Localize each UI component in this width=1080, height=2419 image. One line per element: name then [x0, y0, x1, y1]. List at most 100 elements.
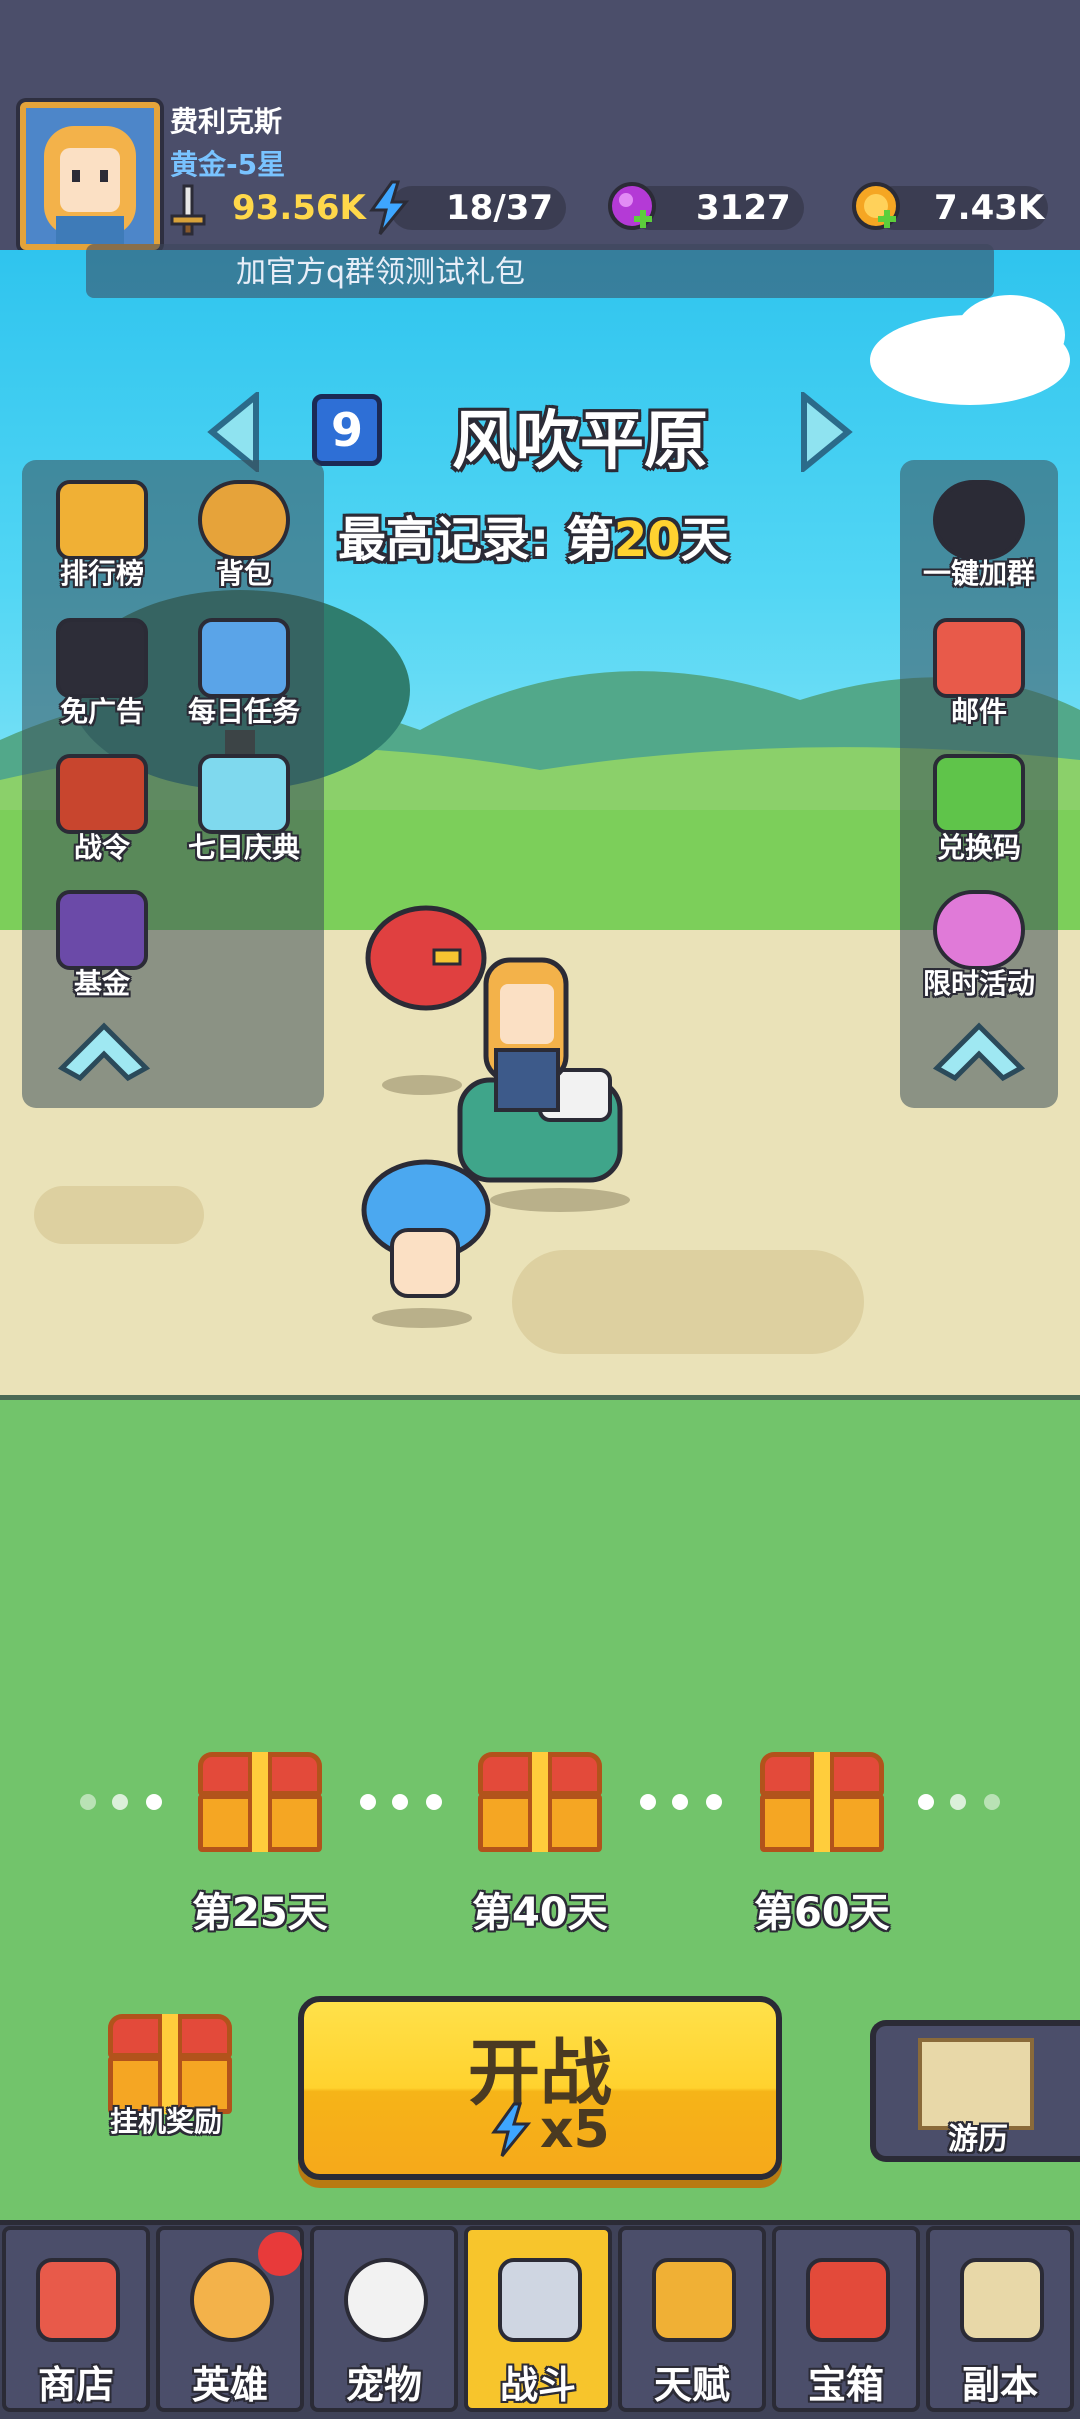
stage-name: 风吹平原 [452, 405, 708, 479]
tab-label: 宠物 [345, 2363, 422, 2407]
fire-bunny-icon [344, 2258, 428, 2342]
collapse-right-menu-button[interactable] [932, 1020, 1026, 1084]
tab-shop[interactable]: 商店 [2, 2226, 150, 2412]
travel-button[interactable]: 游历 [870, 2020, 1080, 2162]
menu-label: 免广告 [59, 695, 144, 728]
tab-label: 副本 [961, 2363, 1038, 2407]
remove-ads-button[interactable]: 免广告 [32, 618, 172, 738]
start-battle-button[interactable]: 开战 x5 [298, 1996, 782, 2180]
progress-dot [706, 1794, 722, 1810]
battle-pass-button[interactable]: 战令 [32, 754, 172, 874]
hero-character [483, 957, 569, 1112]
menu-label: 战令 [73, 831, 130, 864]
milestone-chest-25[interactable] [198, 1752, 322, 1852]
clipboard-star-icon [198, 618, 290, 698]
collapse-left-menu-button[interactable] [57, 1020, 151, 1084]
progress-dot [950, 1794, 966, 1810]
progress-dot [392, 1794, 408, 1810]
seven-day-event-button[interactable]: 七日庆典 [174, 754, 314, 874]
lightning-icon [488, 2102, 532, 2158]
record-suffix: 天 [680, 512, 729, 568]
hero-portrait-icon [26, 108, 154, 244]
crossed-swords-icon [498, 2258, 582, 2342]
next-stage-button[interactable] [796, 389, 856, 475]
menu-label: 排行榜 [59, 557, 144, 590]
menu-label: 一键加群 [922, 557, 1035, 590]
leaderboard-button[interactable]: 排行榜 [32, 480, 172, 600]
gold-value: 7.43K [934, 188, 1045, 228]
hero-party [350, 900, 650, 1330]
shop-stall-icon [36, 2258, 120, 2342]
daily-tasks-button[interactable]: 每日任务 [174, 618, 314, 738]
banner-shield-icon [56, 754, 148, 834]
gacha-machine-icon [933, 890, 1025, 970]
milestone-label-25: 第25天 [192, 1890, 328, 1936]
progress-dot [918, 1794, 934, 1810]
stage-number-badge: 9 [312, 394, 382, 466]
film-icon [56, 618, 148, 698]
scroll-map-icon [960, 2258, 1044, 2342]
idle-reward-label: 挂机奖励 [110, 2105, 223, 2138]
milestone-chest-60[interactable] [760, 1752, 884, 1852]
notice-banner[interactable] [86, 244, 994, 298]
tab-dungeon[interactable]: 副本 [926, 2226, 1074, 2412]
milestone-label-60: 第60天 [754, 1890, 890, 1936]
milestone-chest-40[interactable] [478, 1752, 602, 1852]
progress-dot [984, 1794, 1000, 1810]
menu-label: 邮件 [950, 695, 1007, 728]
power-value: 93.56K [232, 188, 366, 228]
lightning-icon [364, 180, 414, 236]
idle-reward-button[interactable]: 挂机奖励 [96, 2010, 246, 2138]
treasure-chest-icon [108, 2014, 232, 2114]
record-day: 20 [613, 512, 681, 568]
tab-hero[interactable]: 英雄 [156, 2226, 304, 2412]
progress-dot [146, 1794, 162, 1810]
ground-patch [34, 1186, 204, 1244]
menu-label: 背包 [215, 557, 272, 590]
player-rank: 黄金-5星 [170, 148, 286, 181]
hero-face-icon [190, 2258, 274, 2342]
scroll-mail-icon [933, 618, 1025, 698]
progress-dot [80, 1794, 96, 1810]
safe-icon [56, 890, 148, 970]
limited-event-button[interactable]: 限时活动 [909, 890, 1049, 1010]
join-group-button[interactable]: 一键加群 [909, 480, 1049, 600]
redeem-code-button[interactable]: 兑换码 [909, 754, 1049, 874]
fist-wings-icon [652, 2258, 736, 2342]
best-record: 最高记录: 第20天 [338, 500, 729, 570]
blue-mushroom-pet [361, 1159, 491, 1298]
energy-cost: x5 [540, 2100, 610, 2160]
gold-coin-icon [848, 178, 906, 236]
backpack-icon [198, 480, 290, 560]
energy-value: 18/37 [446, 188, 554, 228]
player-name: 费利克斯 [170, 105, 283, 138]
tab-label: 战斗 [499, 2363, 576, 2407]
notification-badge [258, 2232, 302, 2276]
trophy-banner-icon [56, 480, 148, 560]
qq-penguin-icon [933, 480, 1025, 560]
backpack-button[interactable]: 背包 [174, 480, 314, 600]
tab-pet[interactable]: 宠物 [310, 2226, 458, 2412]
left-menu-panel: 排行榜 背包 免广告 每日任务 战令 七日庆典 基金 [22, 460, 324, 1108]
gift-box-icon [198, 754, 290, 834]
tab-chest[interactable]: 宝箱 [772, 2226, 920, 2412]
fund-button[interactable]: 基金 [32, 890, 172, 1010]
notice-text: 加官方q群领测试礼包 [236, 255, 526, 290]
treasure-chest-icon [806, 2258, 890, 2342]
chevron-up-icon [932, 1022, 1026, 1082]
progress-dot [360, 1794, 376, 1810]
tab-label: 英雄 [191, 2363, 268, 2407]
menu-label: 限时活动 [922, 967, 1035, 1000]
menu-label: 基金 [73, 967, 130, 1000]
record-prefix: 最高记录: 第 [338, 512, 614, 568]
menu-label: 七日庆典 [187, 831, 300, 864]
progress-dot [672, 1794, 688, 1810]
mail-button[interactable]: 邮件 [909, 618, 1049, 738]
gem-value: 3127 [696, 188, 791, 228]
chevron-up-icon [57, 1022, 151, 1082]
tab-talent[interactable]: 天赋 [618, 2226, 766, 2412]
sword-icon [164, 184, 212, 236]
travel-label: 游历 [948, 2122, 1008, 2157]
player-avatar[interactable] [20, 102, 160, 250]
tab-battle[interactable]: 战斗 [464, 2226, 612, 2412]
